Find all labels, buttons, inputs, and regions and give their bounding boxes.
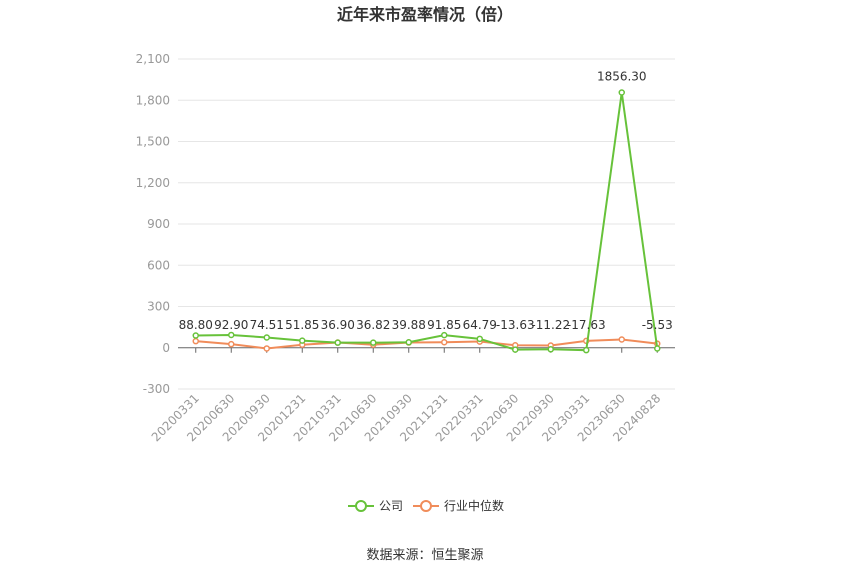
- y-tick-label: 2,100: [136, 52, 170, 66]
- data-label: 92.90: [214, 318, 248, 332]
- data-point: [583, 346, 590, 354]
- data-label: -13.63: [496, 318, 535, 332]
- data-label: 1856.30: [597, 70, 647, 84]
- legend-swatch-marker: [355, 500, 367, 512]
- data-label: 64.79: [463, 318, 497, 332]
- data-point: [618, 89, 625, 96]
- data-point: [618, 336, 625, 343]
- y-tick-label: 600: [147, 258, 170, 272]
- data-point: [263, 334, 270, 341]
- data-labels: 88.80 92.90 74.51 51.85 36.90 36.82 39.88 91.85…: [179, 70, 673, 332]
- legend[interactable]: 公司 行业中位数: [348, 498, 504, 513]
- data-label: 88.80: [179, 318, 213, 332]
- data-label: 39.88: [392, 318, 426, 332]
- data-point: [512, 346, 519, 353]
- y-tick-label: 300: [147, 300, 170, 314]
- y-axis: 2,100 1,800 1,500 1,200 900 600 300 0 -300: [136, 52, 170, 396]
- y-tick-label: 1,500: [136, 135, 170, 149]
- data-point: [334, 339, 341, 346]
- data-point: [228, 340, 235, 348]
- data-label: 36.82: [356, 318, 390, 332]
- data-label: 91.85: [427, 318, 461, 332]
- data-point: [654, 345, 661, 352]
- data-point: [192, 332, 199, 339]
- data-label: 74.51: [250, 318, 284, 332]
- source-note: 数据来源：恒生聚源: [366, 548, 483, 563]
- data-point: [441, 331, 448, 339]
- y-tick-label: -300: [143, 382, 170, 396]
- legend-item-1[interactable]: 行业中位数: [413, 498, 504, 513]
- data-point: [405, 339, 412, 346]
- y-tick-label: 1,800: [136, 93, 170, 107]
- data-point: [263, 345, 270, 352]
- data-label: 51.85: [285, 318, 319, 332]
- data-label: -11.22: [531, 318, 570, 332]
- y-tick-label: 1,200: [136, 176, 170, 190]
- chart: 近年来市盈率情况（倍） 2,100 1,800 1,500 1,200 900 600 30…: [136, 5, 675, 563]
- chart-title: 近年来市盈率情况（倍）: [337, 5, 513, 24]
- x-axis: 2020033120200630202009302020123120210331…: [149, 347, 675, 444]
- data-point: [299, 337, 306, 344]
- y-tick-label: 0: [162, 341, 170, 355]
- data-point: [441, 339, 448, 346]
- y-tick-label: 900: [147, 217, 170, 231]
- data-label: 36.90: [321, 318, 355, 332]
- legend-label: 行业中位数: [444, 498, 504, 513]
- data-label: -17.63: [567, 318, 606, 332]
- data-label: -5.53: [642, 318, 673, 332]
- data-point: [228, 331, 235, 339]
- data-point: [192, 337, 199, 345]
- legend-item-0[interactable]: 公司: [348, 499, 403, 513]
- series: [192, 89, 661, 354]
- legend-swatch-marker: [420, 500, 432, 512]
- data-point: [547, 346, 554, 353]
- legend-label: 公司: [379, 499, 403, 513]
- data-point: [476, 335, 483, 343]
- data-point: [370, 339, 377, 346]
- series-line-0: [195, 92, 659, 352]
